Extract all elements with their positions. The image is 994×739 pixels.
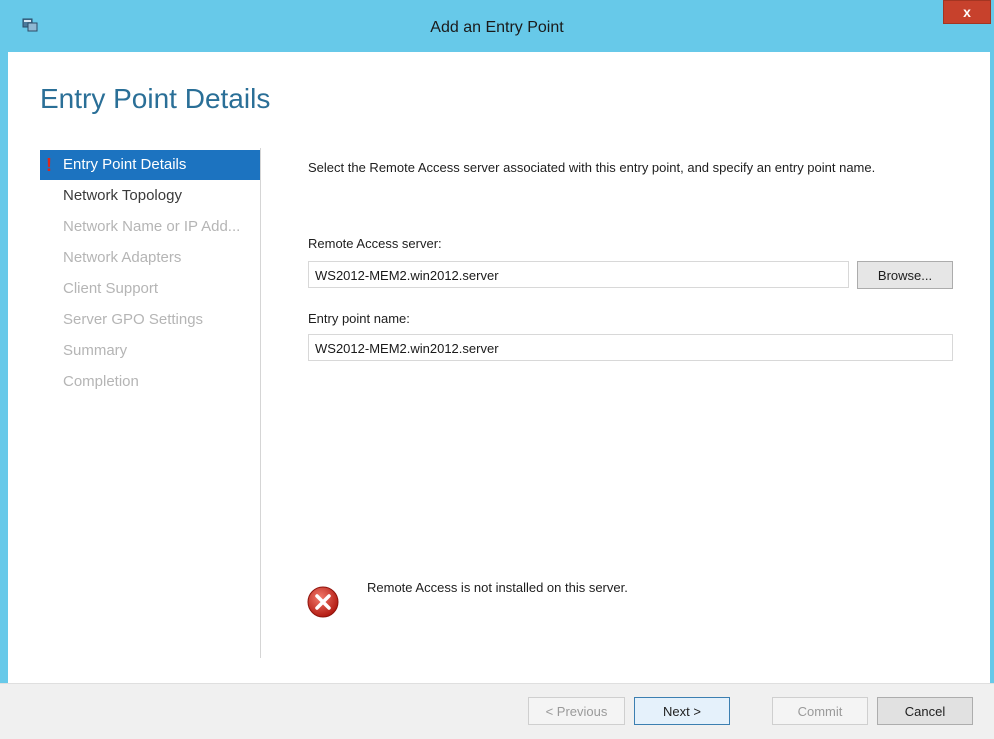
title-bar[interactable]: Add an Entry Point x bbox=[0, 0, 994, 52]
previous-button[interactable]: < Previous bbox=[528, 697, 625, 725]
error-message: Remote Access is not installed on this s… bbox=[367, 580, 628, 595]
instructions-text: Select the Remote Access server associat… bbox=[308, 160, 876, 175]
nav-item-label: Entry Point Details bbox=[63, 156, 187, 173]
entry-name-field[interactable]: WS2012-MEM2.win2012.server bbox=[308, 334, 953, 361]
error-icon bbox=[307, 586, 339, 618]
commit-button[interactable]: Commit bbox=[772, 697, 868, 725]
nav-item-label: Completion bbox=[63, 373, 139, 390]
nav-item-label: Network Adapters bbox=[63, 249, 182, 266]
nav-item-summary: Summary bbox=[40, 335, 260, 366]
page-title: Entry Point Details bbox=[40, 83, 271, 114]
nav-item-label: Server GPO Settings bbox=[63, 311, 204, 328]
close-icon: x bbox=[963, 4, 971, 20]
nav-item-network-topology[interactable]: Network Topology bbox=[40, 180, 260, 211]
warning-icon: ! bbox=[46, 155, 52, 175]
cancel-button[interactable]: Cancel bbox=[877, 697, 973, 725]
wizard-nav: ! Entry Point Details Network Topology N… bbox=[40, 150, 260, 397]
nav-item-label: Network Topology bbox=[63, 187, 182, 204]
nav-divider bbox=[260, 148, 261, 658]
window-title: Add an Entry Point bbox=[430, 19, 564, 36]
nav-item-label: Client Support bbox=[63, 280, 159, 297]
nav-item-label: Summary bbox=[63, 342, 128, 359]
nav-item-network-adapters: Network Adapters bbox=[40, 242, 260, 273]
server-field[interactable]: WS2012-MEM2.win2012.server bbox=[308, 261, 849, 288]
nav-item-client-support: Client Support bbox=[40, 273, 260, 304]
server-label: Remote Access server: bbox=[308, 236, 442, 251]
nav-item-entry-point-details[interactable]: ! Entry Point Details bbox=[40, 150, 260, 180]
close-button[interactable]: x bbox=[943, 0, 991, 24]
entry-name-label: Entry point name: bbox=[308, 311, 410, 326]
nav-item-server-gpo-settings: Server GPO Settings bbox=[40, 304, 260, 335]
browse-button[interactable]: Browse... bbox=[857, 261, 953, 289]
nav-item-completion: Completion bbox=[40, 366, 260, 397]
next-button[interactable]: Next > bbox=[634, 697, 730, 725]
wizard-window: Add an Entry Point x Entry Point Details… bbox=[0, 0, 994, 738]
nav-item-network-name: Network Name or IP Add... bbox=[40, 211, 260, 242]
nav-item-label: Network Name or IP Add... bbox=[63, 218, 241, 235]
